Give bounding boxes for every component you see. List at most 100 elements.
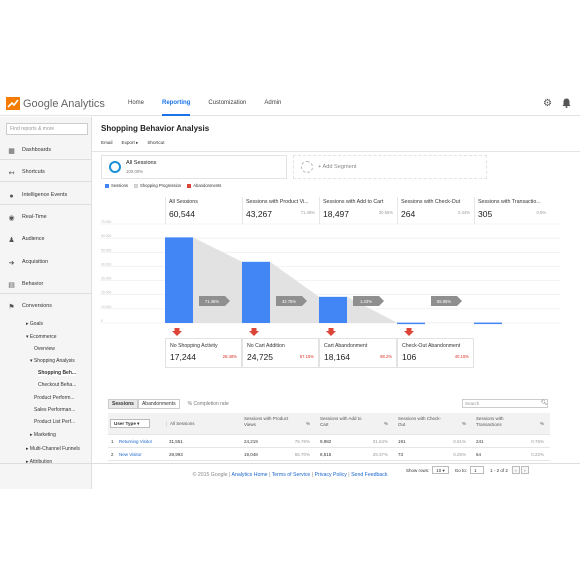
funnel-stage-transactions: Sessions with Transactio... 305 0.5% <box>474 197 550 224</box>
find-reports-input[interactable] <box>6 123 88 135</box>
top-bar: Google Analytics Home Reporting Customiz… <box>0 91 580 116</box>
add-segment-button[interactable]: + Add Segment <box>293 155 487 179</box>
gear-icon[interactable]: ⚙ <box>543 98 552 109</box>
sidebar: ▦ Dashboards ↤ Shortcuts ● Intelligence … <box>0 117 92 489</box>
sidebar-item-dashboards[interactable]: ▦ Dashboards <box>0 146 92 160</box>
legend-swatch <box>105 183 109 188</box>
shortcut-button[interactable]: Shortcut <box>147 140 164 146</box>
table-tabs: Sessions Abandonments % Completion rate <box>108 399 229 409</box>
y-tick-label: 50,000 <box>101 248 111 252</box>
funnel-bar <box>165 237 193 323</box>
user-type-dimension-select[interactable]: User Type ▾ <box>110 419 150 428</box>
nav-admin[interactable]: Admin <box>264 91 281 116</box>
sidebar-sub-ecommerce[interactable]: ▾ Ecommerce <box>26 334 57 340</box>
sidebar-sub-product-performance[interactable]: Product Perform... <box>34 395 75 401</box>
completion-rate-toggle[interactable]: % Completion rate <box>188 399 229 409</box>
progression-label: 71.46% <box>205 299 219 304</box>
chart-legend: Sessions Shopping Progression Abandonmen… <box>105 183 227 188</box>
add-segment-circle-icon <box>301 161 313 173</box>
col-pct[interactable]: % <box>288 421 310 427</box>
email-button[interactable]: Email <box>101 140 113 146</box>
segment-all-sessions[interactable]: All Sessions 100.00% <box>101 155 287 179</box>
abandonment-arrow-icon <box>172 328 182 336</box>
shortcut-icon: ↤ <box>8 170 15 177</box>
sidebar-divider <box>0 293 92 294</box>
lightbulb-icon: ● <box>9 193 14 200</box>
analytics-logo-icon <box>6 97 20 110</box>
legend-swatch <box>187 183 192 188</box>
sidebar-sub-overview[interactable]: Overview <box>34 346 55 352</box>
sidebar-sub-goals[interactable]: ▸ Goals <box>26 321 43 327</box>
sidebar-sub-attribution[interactable]: ▸ Attribution <box>26 459 52 465</box>
sidebar-item-acquisition[interactable]: ➜ Acquisition <box>0 258 92 272</box>
behavior-icon: ▤ <box>8 282 15 289</box>
nav-customization[interactable]: Customization <box>208 91 246 116</box>
tab-abandonments[interactable]: Abandonments <box>137 399 180 409</box>
y-tick-label: 0 <box>101 319 103 323</box>
col-add-to-cart[interactable]: Sessions with Add to Cart <box>320 416 365 427</box>
grid-icon: ▦ <box>8 148 15 155</box>
flag-icon: ⚑ <box>8 304 15 311</box>
footer-link-privacy[interactable]: Privacy Policy <box>315 472 347 478</box>
acquisition-icon: ➜ <box>8 260 15 267</box>
row-link[interactable]: New Visitor <box>119 452 142 457</box>
page-footer: © 2015 Google | Analytics Home | Terms o… <box>192 472 388 478</box>
sidebar-sub-shopping-behavior[interactable]: Shopping Beh... <box>38 370 77 376</box>
bell-icon[interactable] <box>562 98 571 108</box>
progression-label: 1.43% <box>360 299 372 304</box>
tab-sessions[interactable]: Sessions <box>108 399 138 409</box>
shopping-funnel-chart: 70,000 60,000 50,000 40,000 30,000 20,000 10,0… <box>100 197 580 379</box>
abandonment-arrow-icon <box>326 328 336 336</box>
sidebar-item-real-time[interactable]: ◉ Real-Time <box>0 213 92 227</box>
abandonment-arrow-icon <box>404 328 414 336</box>
y-tick-label: 40,000 <box>101 262 111 266</box>
funnel-stage-add-to-cart: Sessions with Add to Cart 18,497 30.55% <box>319 197 397 224</box>
funnel-bar <box>397 322 425 325</box>
search-icon[interactable]: 🔍︎ <box>541 400 547 406</box>
funnel-stage-all-sessions: All Sessions 60,544 <box>165 197 242 224</box>
main-nav: Home Reporting Customization Admin <box>128 91 299 116</box>
sidebar-divider <box>0 204 92 205</box>
sidebar-item-conversions[interactable]: ⚑ Conversions <box>0 302 92 316</box>
funnel-bar <box>474 322 502 325</box>
col-pct[interactable]: % <box>366 421 388 427</box>
sidebar-item-behavior[interactable]: ▤ Behavior <box>0 280 92 294</box>
footer-link-analytics-home[interactable]: Analytics Home <box>232 472 268 478</box>
progression-label: 42.75% <box>282 299 296 304</box>
sidebar-sub-sales-performance[interactable]: Sales Performan... <box>34 407 75 413</box>
abandonment-arrow-icon <box>249 328 259 336</box>
legend-swatch <box>134 183 138 188</box>
footer-link-send-feedback[interactable]: Send Feedback <box>351 472 387 478</box>
sidebar-item-audience[interactable]: ♟ Audience <box>0 235 92 249</box>
abandonment-no-shopping-activity: No Shopping Activity 17,244 28.48% <box>165 338 242 368</box>
abandonment-cart: Cart Abandonment 18,164 98.2% <box>319 338 397 368</box>
sidebar-divider <box>0 159 92 160</box>
sidebar-sub-checkout-behavior[interactable]: Checkout Beha... <box>38 382 76 388</box>
col-check-out[interactable]: Sessions with Check-Out <box>398 416 443 427</box>
col-all-sessions[interactable]: All Sessions <box>166 421 238 427</box>
sidebar-divider <box>0 181 92 182</box>
col-product-views[interactable]: Sessions with Product Views <box>244 416 289 427</box>
sidebar-sub-shopping-analysis[interactable]: ▾ Shopping Analysis <box>30 358 75 364</box>
sidebar-sub-multi-channel-funnels[interactable]: ▸ Multi-Channel Funnels <box>26 446 80 452</box>
sidebar-item-shortcuts[interactable]: ↤ Shortcuts <box>0 168 92 182</box>
legend-shopping-progression: Shopping Progression <box>134 183 181 188</box>
analytics-window: Google Analytics Home Reporting Customiz… <box>0 91 580 489</box>
copyright-text: © 2015 Google <box>192 472 228 478</box>
sidebar-sub-marketing[interactable]: ▸ Marketing <box>30 432 56 438</box>
col-pct[interactable]: % <box>444 421 466 427</box>
export-button[interactable]: Export ▸ <box>122 140 139 146</box>
progression-label: 55.65% <box>437 299 451 304</box>
nav-reporting[interactable]: Reporting <box>162 91 191 116</box>
col-pct[interactable]: % <box>522 421 544 427</box>
nav-home[interactable]: Home <box>128 91 144 116</box>
footer-link-terms[interactable]: Terms of Service <box>272 472 311 478</box>
divider <box>92 151 580 152</box>
page-title: Shopping Behavior Analysis <box>101 124 210 133</box>
col-transactions[interactable]: Sessions with Transactions <box>476 416 521 427</box>
sidebar-item-intelligence-events[interactable]: ● Intelligence Events <box>0 191 92 205</box>
report-toolbar: Email Export ▸ Shortcut <box>101 140 173 146</box>
row-link[interactable]: Returning Visitor <box>119 439 152 444</box>
table-search-input[interactable]: Search <box>462 399 548 408</box>
sidebar-sub-product-list-performance[interactable]: Product List Perf... <box>34 419 75 425</box>
